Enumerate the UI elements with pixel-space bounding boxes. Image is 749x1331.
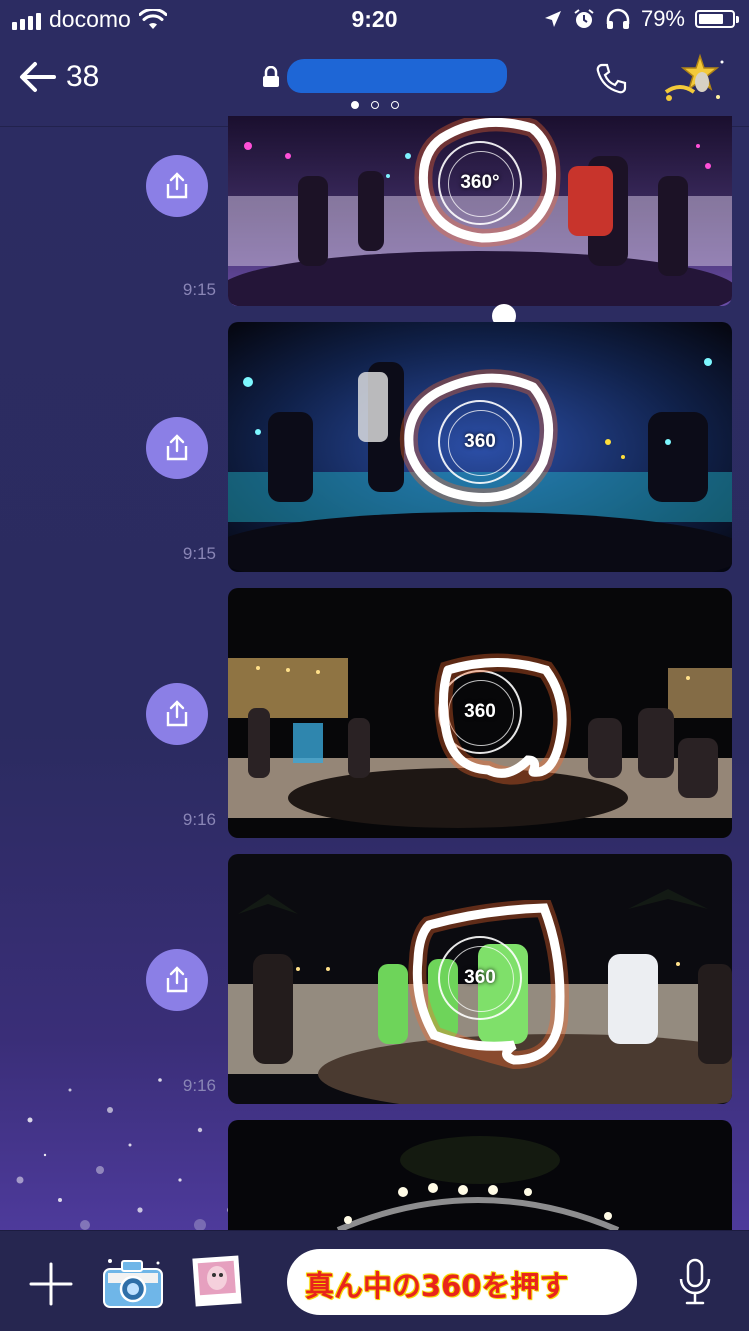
location-arrow-icon: [544, 11, 561, 27]
message-360-photo-2: 9:15 360: [0, 322, 749, 572]
photo-thumbnail[interactable]: 360: [228, 854, 732, 1104]
photo-icon[interactable]: [190, 1253, 244, 1309]
mic-icon[interactable]: [676, 1257, 714, 1307]
battery-percent: 79%: [640, 6, 685, 31]
message-360-photo-3: 9:16 360: [0, 588, 749, 838]
plus-icon[interactable]: [28, 1261, 74, 1307]
share-button[interactable]: [146, 683, 208, 745]
composer-bar: 真ん中の360を押す: [0, 1230, 749, 1331]
message-input[interactable]: 真ん中の360を押す: [287, 1249, 637, 1315]
share-icon: [166, 172, 188, 199]
photo-thumbnail[interactable]: 360: [228, 322, 732, 572]
lock-icon: [263, 66, 279, 87]
page-indicator: [0, 101, 749, 109]
message-time: 9:16: [182, 810, 216, 829]
photo-thumbnail[interactable]: 360°: [228, 116, 732, 306]
message-time: 9:15: [182, 280, 216, 299]
phone-icon[interactable]: [594, 62, 628, 96]
fairy-avatar-icon[interactable]: [660, 52, 728, 110]
photo-thumbnail[interactable]: 360: [228, 588, 732, 838]
chat-screen: docomo 9:20 79% 38 9:15 360° 9:15 360 9:…: [0, 0, 749, 1331]
360-badge[interactable]: 360: [438, 936, 522, 1020]
back-button[interactable]: 38: [18, 60, 99, 94]
contact-name-redacted[interactable]: [287, 59, 507, 93]
camera-icon[interactable]: [100, 1255, 166, 1313]
page-dot: [350, 101, 359, 109]
share-icon: [166, 700, 188, 727]
message-input-text: 真ん中の360を押す: [305, 1269, 570, 1304]
message-360-photo-5: [0, 1120, 749, 1240]
share-button[interactable]: [146, 155, 208, 217]
photo-thumbnail[interactable]: [228, 1120, 732, 1240]
message-time: 9:16: [182, 1076, 216, 1095]
unread-count: 38: [66, 60, 100, 93]
back-arrow-icon: [20, 62, 56, 92]
page-dot: [390, 101, 399, 109]
message-360-photo-1: 9:15 360°: [0, 116, 749, 310]
page-dot: [370, 101, 379, 109]
message-time: 9:15: [182, 544, 216, 563]
360-badge[interactable]: 360: [438, 670, 522, 754]
alarm-icon: [574, 9, 594, 28]
360-badge[interactable]: 360°: [438, 141, 522, 225]
headphones-icon: [606, 8, 630, 29]
share-icon: [166, 434, 188, 461]
party-photo: [228, 1120, 732, 1240]
share-button[interactable]: [146, 417, 208, 479]
chat-header: 38: [0, 40, 749, 127]
status-bar: docomo 9:20 79%: [0, 0, 749, 40]
message-360-photo-4: 9:16 360: [0, 854, 749, 1104]
battery-icon: [695, 10, 739, 28]
share-icon: [166, 966, 188, 993]
share-button[interactable]: [146, 949, 208, 1011]
360-badge[interactable]: 360: [438, 400, 522, 484]
